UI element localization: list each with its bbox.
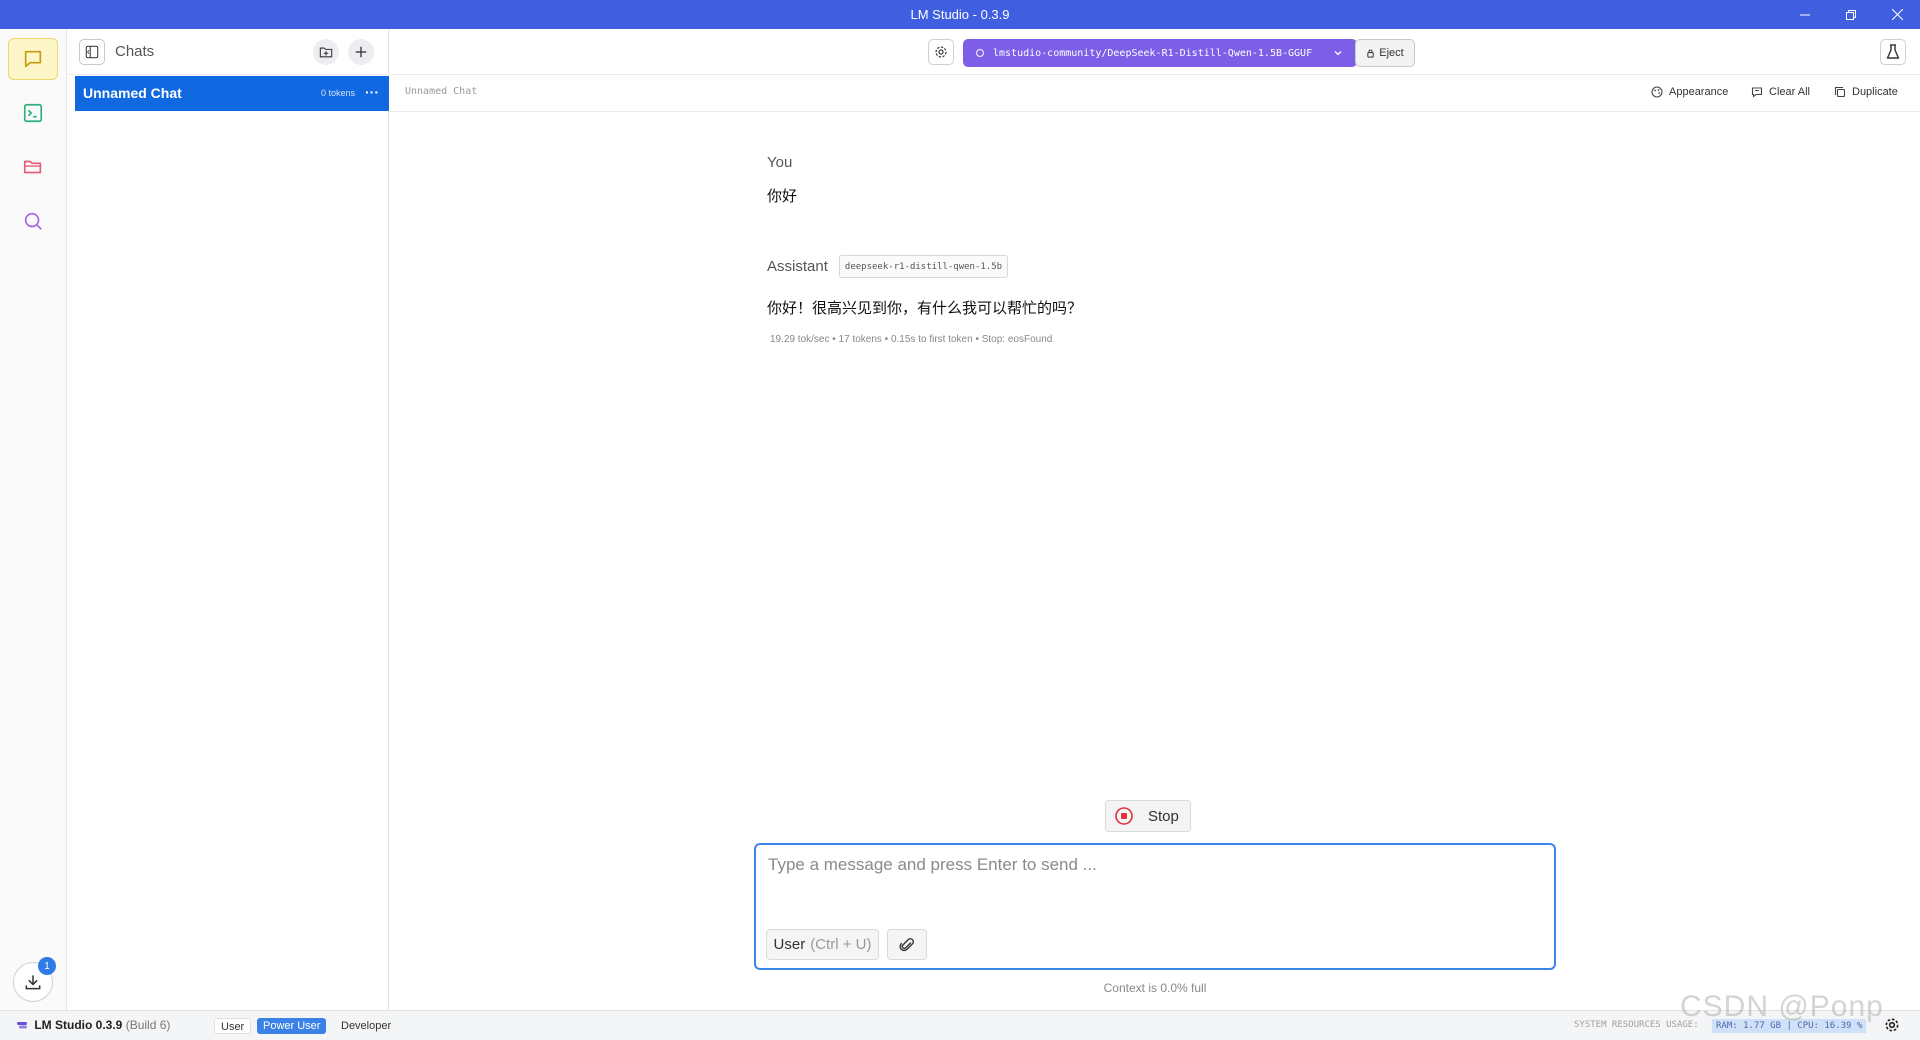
sidebar-toggle-icon (85, 45, 99, 59)
nav-discover-button[interactable] (8, 200, 58, 242)
downloads-count-badge: 1 (38, 957, 56, 975)
settings-button[interactable] (928, 39, 954, 65)
restore-icon (1846, 9, 1856, 20)
mode-power-user[interactable]: Power User (257, 1018, 327, 1034)
clear-all-label: Clear All (1769, 86, 1810, 98)
appearance-button[interactable]: Appearance (1651, 75, 1728, 109)
eject-icon (1367, 49, 1375, 58)
title-bar: LM Studio - 0.3.9 (0, 0, 1920, 29)
flask-icon (1886, 44, 1900, 59)
top-toolbar: lmstudio-community/DeepSeek-R1-Distill-Q… (389, 29, 1920, 75)
close-button[interactable] (1874, 0, 1920, 29)
minimize-button[interactable] (1782, 0, 1828, 29)
role-label: User (773, 936, 806, 953)
restore-button[interactable] (1828, 0, 1874, 29)
model-icon (975, 48, 985, 58)
new-folder-button[interactable] (313, 39, 339, 65)
assistant-message-role: Assistant (767, 258, 828, 275)
duplicate-button[interactable]: Duplicate (1834, 75, 1898, 109)
terminal-icon (23, 103, 43, 123)
model-name: lmstudio-community/DeepSeek-R1-Distill-Q… (993, 47, 1313, 59)
assistant-model-tag: deepseek-r1-distill-qwen-1.5b (839, 255, 1008, 278)
chevron-down-icon (1334, 51, 1342, 56)
copy-icon (1834, 86, 1846, 98)
chat-name: Unnamed Chat (83, 85, 182, 101)
role-shortcut-hint: (Ctrl + U) (810, 936, 872, 953)
search-icon (24, 212, 42, 230)
folder-plus-icon (319, 47, 333, 58)
app-version: LM Studio 0.3.9 (Build 6) (16, 1011, 170, 1039)
chat-list-item[interactable]: Unnamed Chat 0 tokens ··· (75, 76, 389, 111)
window-title: LM Studio - 0.3.9 (910, 7, 1010, 22)
nav-chat-button[interactable] (8, 38, 58, 80)
toggle-sidebar-button[interactable] (79, 39, 105, 65)
nav-models-button[interactable] (8, 146, 58, 188)
stop-icon (1115, 807, 1133, 825)
nav-rail (0, 29, 67, 1010)
minimize-icon (1800, 14, 1810, 15)
chat-subheader: Unnamed Chat Appearance Clear All Duplic… (389, 75, 1920, 112)
chat-token-count: 0 tokens (321, 88, 356, 98)
status-bar: LM Studio 0.3.9 (Build 6) User Power Use… (0, 1010, 1920, 1040)
status-settings-button[interactable] (1884, 1017, 1902, 1035)
appearance-label: Appearance (1669, 86, 1729, 98)
duplicate-label: Duplicate (1852, 86, 1898, 98)
app-build: (Build 6) (125, 1018, 171, 1032)
context-usage: Context is 0.0% full (1103, 981, 1207, 995)
current-chat-title[interactable]: Unnamed Chat (405, 75, 477, 109)
lmstudio-logo-icon (17, 1022, 27, 1029)
mode-developer[interactable]: Developer (335, 1018, 397, 1034)
stop-generation-button[interactable]: Stop (1105, 800, 1191, 832)
plus-icon (355, 46, 367, 58)
chat-options-icon[interactable]: ··· (365, 76, 379, 109)
attach-file-button[interactable] (887, 929, 927, 960)
lab-button[interactable] (1880, 39, 1906, 65)
nav-developer-button[interactable] (8, 92, 58, 134)
close-icon (1891, 9, 1903, 20)
eject-label: Eject (1379, 47, 1404, 59)
assistant-message-text: 你好！很高兴见到你，有什么我可以帮忙的吗？ (767, 299, 1083, 317)
user-message-text: 你好 (767, 187, 798, 205)
folder-icon (23, 160, 42, 174)
stop-label: Stop (1148, 807, 1179, 825)
message-composer: User (Ctrl + U) (754, 843, 1556, 970)
clear-all-button[interactable]: Clear All (1751, 75, 1810, 109)
app-name: LM Studio 0.3.9 (34, 1018, 123, 1032)
mode-user[interactable]: User (214, 1018, 252, 1034)
download-icon (25, 975, 41, 990)
eject-button[interactable]: Eject (1355, 39, 1415, 67)
watermark: CSDN @Ponp (1680, 990, 1884, 1023)
chat-icon (24, 50, 42, 68)
generation-stats: 19.29 tok/sec • 17 tokens • 0.15s to fir… (770, 334, 1053, 345)
paperclip-icon (899, 937, 914, 951)
palette-icon (1651, 86, 1663, 98)
gear-icon (935, 46, 947, 58)
clear-chat-icon (1751, 87, 1763, 98)
message-input[interactable] (768, 855, 1538, 905)
sidebar-header: Chats (67, 29, 389, 75)
sidebar-title: Chats (115, 43, 155, 60)
gear-icon (1885, 1018, 1899, 1032)
user-message-role: You (767, 154, 793, 171)
new-chat-button[interactable] (348, 39, 374, 65)
model-selector[interactable]: lmstudio-community/DeepSeek-R1-Distill-Q… (963, 39, 1357, 67)
role-toggle-button[interactable]: User (Ctrl + U) (766, 929, 879, 960)
chats-sidebar: Chats Unnamed Chat 0 tokens ··· (67, 29, 389, 1010)
